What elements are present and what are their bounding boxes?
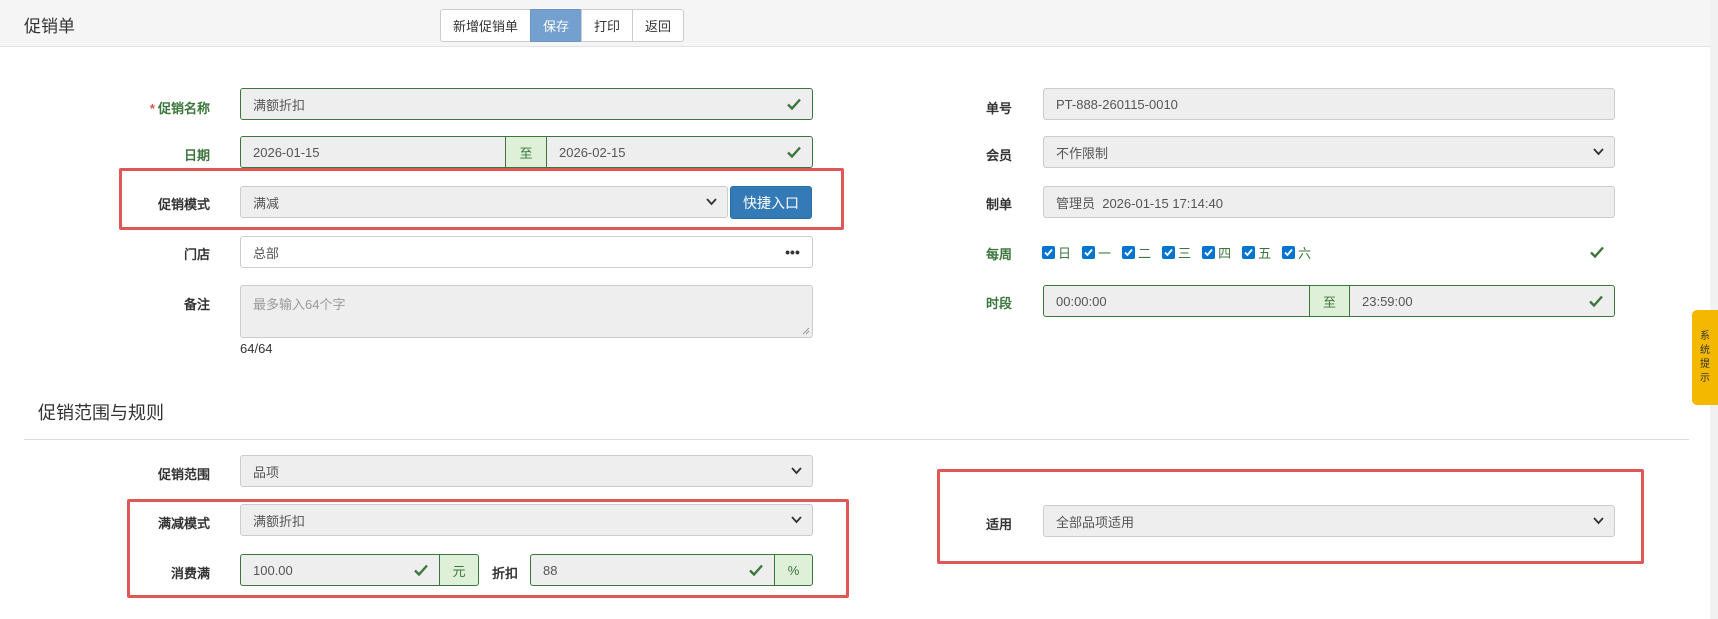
checkbox-checked-icon[interactable] (1122, 246, 1136, 259)
remark-counter: 64/64 (240, 341, 273, 356)
store-input[interactable]: 总部 (240, 236, 774, 268)
end-date-input[interactable]: 2026-02-15 (546, 136, 813, 168)
weekday-thu[interactable]: 四 (1202, 243, 1231, 262)
remark-label: 备注 (183, 297, 210, 312)
store-label: 门店 (183, 247, 210, 262)
page-title: 促销单 (24, 17, 75, 36)
checkbox-checked-icon[interactable] (1242, 246, 1256, 259)
check-icon (787, 98, 801, 111)
creator-field: 管理员 2026-01-15 17:14:40 (1043, 186, 1615, 218)
promo-name-input[interactable]: 满额折扣 (240, 88, 813, 120)
highlight-box (119, 168, 844, 230)
member-label: 会员 (985, 148, 1012, 163)
time-separator: 至 (1309, 285, 1350, 317)
weekday-mon[interactable]: 一 (1082, 243, 1111, 262)
weekday-sun[interactable]: 日 (1042, 243, 1071, 262)
doc-no-field: PT-888-260115-0010 (1043, 88, 1615, 120)
check-icon (1590, 246, 1604, 259)
check-icon (787, 146, 801, 159)
weekday-tue[interactable]: 二 (1122, 243, 1151, 262)
chevron-down-icon (1593, 148, 1604, 156)
weekday-fri[interactable]: 五 (1242, 243, 1271, 262)
section-divider (24, 439, 1689, 440)
start-time-input[interactable]: 00:00:00 (1043, 285, 1310, 317)
checkbox-checked-icon[interactable] (1082, 246, 1096, 259)
resize-handle-icon[interactable] (802, 327, 810, 335)
system-tip-tab[interactable]: 系 统 提 示 (1692, 310, 1718, 405)
back-button[interactable]: 返回 (632, 9, 685, 42)
date-separator: 至 (505, 136, 547, 168)
creator-label: 制单 (985, 197, 1012, 212)
checkbox-checked-icon[interactable] (1162, 246, 1176, 259)
weekday-wed[interactable]: 三 (1162, 243, 1191, 262)
weekday-checkboxes: 日 一 二 三 四 五 六 (1042, 243, 1322, 262)
weekday-sat[interactable]: 六 (1282, 243, 1311, 262)
member-select[interactable]: 不作限制 (1043, 136, 1615, 168)
scope-label: 促销范围 (157, 467, 210, 482)
check-icon (1589, 295, 1603, 308)
promo-name-label: * 促销名称 (149, 101, 210, 116)
end-time-input[interactable]: 23:59:00 (1349, 285, 1615, 317)
time-label: 时段 (985, 296, 1012, 311)
more-icon[interactable]: ••• (773, 236, 813, 268)
rules-section-title: 促销范围与规则 (38, 403, 164, 423)
top-bar: 促销单 新增促销单 保存 打印 返回 (0, 0, 1718, 47)
date-label: 日期 (183, 148, 210, 163)
highlight-box (127, 499, 849, 598)
chevron-down-icon (791, 467, 802, 475)
save-button[interactable]: 保存 (530, 9, 583, 42)
toolbar: 新增促销单 保存 打印 返回 (440, 9, 685, 42)
weekly-label: 每周 (985, 247, 1012, 262)
scope-select[interactable]: 品项 (240, 455, 813, 487)
print-button[interactable]: 打印 (581, 9, 634, 42)
checkbox-checked-icon[interactable] (1202, 246, 1216, 259)
checkbox-checked-icon[interactable] (1042, 246, 1055, 259)
checkbox-checked-icon[interactable] (1282, 246, 1296, 259)
new-promotion-button[interactable]: 新增促销单 (440, 9, 532, 42)
doc-no-label: 单号 (985, 101, 1012, 116)
start-date-input[interactable]: 2026-01-15 (240, 136, 506, 168)
highlight-box (937, 469, 1644, 564)
remark-textarea[interactable]: 最多输入64个字 (240, 285, 813, 338)
